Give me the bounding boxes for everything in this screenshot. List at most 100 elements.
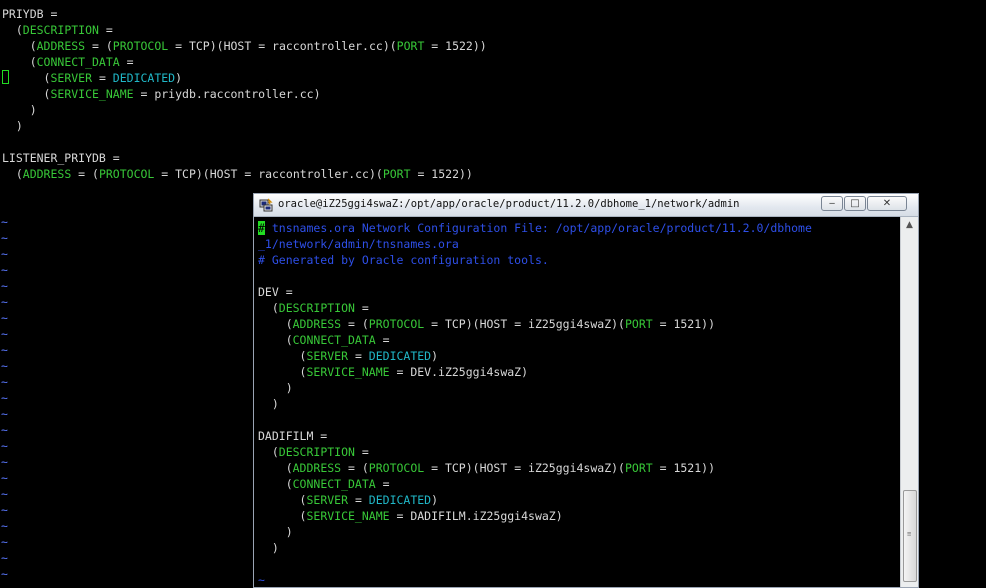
text-segment: (	[258, 445, 279, 459]
window-line: )	[258, 524, 293, 540]
scroll-up-arrow-icon[interactable]: ▲	[901, 217, 918, 233]
text-segment: DEV =	[258, 285, 293, 299]
window-line: ~	[258, 572, 265, 588]
text-segment: (	[258, 493, 307, 507]
text-segment: = (	[85, 39, 113, 53]
text-segment: CONNECT_DATA	[292, 333, 376, 347]
tilde-marker: ~	[1, 263, 8, 277]
text-segment: PORT	[624, 317, 653, 331]
background-line: (ADDRESS = (PROTOCOL = TCP)(HOST = racco…	[2, 166, 473, 182]
tilde-marker: ~	[1, 455, 8, 469]
text-segment: DESCRIPTION	[278, 445, 355, 459]
text-segment: = (	[341, 317, 369, 331]
text-segment: (	[2, 55, 37, 69]
window-titlebar[interactable]: oracle@iZ25ggi4swaZ:/opt/app/oracle/prod…	[254, 194, 918, 217]
window-line: (SERVER = DEDICATED)	[258, 492, 439, 508]
tilde-marker: ~	[1, 327, 8, 341]
window-line: (SERVICE_NAME = DADIFILM.iZ25ggi4swaZ)	[258, 508, 563, 524]
text-segment: = 1522))	[410, 167, 473, 181]
background-line: PRIYDB =	[2, 6, 57, 22]
background-line: LISTENER_PRIYDB =	[2, 150, 120, 166]
vertical-scrollbar[interactable]: ▲ ≡	[900, 217, 918, 587]
tilde-marker: ~	[1, 551, 8, 565]
tilde-marker: ~	[1, 423, 8, 437]
text-segment: )	[175, 71, 183, 85]
text-segment: ADDRESS	[36, 39, 86, 53]
text-segment: =	[354, 301, 369, 315]
tilde-marker: ~	[1, 375, 8, 389]
text-segment: ADDRESS	[292, 461, 342, 475]
text-segment: = 1521))	[652, 461, 715, 475]
text-segment: ADDRESS	[22, 167, 72, 181]
window-line: DEV =	[258, 284, 293, 300]
maximize-button[interactable]: □	[844, 196, 866, 211]
text-segment: PROTOCOL	[98, 167, 155, 181]
tilde-marker: ~	[1, 519, 8, 533]
background-line: (SERVICE_NAME = priydb.raccontroller.cc)	[2, 86, 321, 102]
text-segment: =	[119, 55, 134, 69]
text-segment: PROTOCOL	[368, 317, 425, 331]
text-segment: LISTENER_PRIYDB =	[2, 151, 120, 165]
text-segment: (	[258, 365, 307, 379]
text-segment: = TCP)(HOST = iZ25ggi4swaZ)(	[424, 461, 625, 475]
text-segment: )	[2, 103, 37, 117]
text-segment: SERVICE_NAME	[306, 365, 390, 379]
text-segment: SERVER	[50, 71, 93, 85]
background-line: )	[2, 118, 23, 134]
tilde-marker: ~	[1, 503, 8, 517]
text-segment: =	[375, 477, 390, 491]
window-line: # Generated by Oracle configuration tool…	[258, 252, 549, 268]
text-segment: (	[2, 23, 23, 37]
tilde-marker: ~	[1, 439, 8, 453]
text-segment: =	[348, 349, 369, 363]
text-segment: DEDICATED	[368, 493, 432, 507]
text-segment: ADDRESS	[292, 317, 342, 331]
text-segment: DEDICATED	[112, 71, 176, 85]
window-line: (ADDRESS = (PROTOCOL = TCP)(HOST = iZ25g…	[258, 316, 715, 332]
text-segment: )	[258, 525, 293, 539]
tilde-marker: ~	[1, 359, 8, 373]
text-segment: PORT	[624, 461, 653, 475]
text-segment: = priydb.raccontroller.cc)	[133, 87, 321, 101]
text-segment: (	[2, 87, 51, 101]
text-segment: CONNECT_DATA	[292, 477, 376, 491]
text-segment: =	[98, 23, 113, 37]
scrollbar-thumb[interactable]: ≡	[903, 490, 917, 582]
text-segment: PORT	[396, 39, 425, 53]
text-segment: = TCP)(HOST = iZ25ggi4swaZ)(	[424, 317, 625, 331]
window-line: _1/network/admin/tnsnames.ora	[258, 236, 459, 252]
background-line: (SERVER = DEDICATED)	[2, 70, 183, 86]
window-line: (SERVICE_NAME = DEV.iZ25ggi4swaZ)	[258, 364, 529, 380]
text-segment: )	[258, 397, 279, 411]
text-segment: )	[431, 493, 439, 507]
text-segment: =	[354, 445, 369, 459]
terminal-window[interactable]: oracle@iZ25ggi4swaZ:/opt/app/oracle/prod…	[253, 193, 919, 588]
text-segment: = DADIFILM.iZ25ggi4swaZ)	[389, 509, 563, 523]
minimize-button[interactable]: ‒	[821, 196, 843, 211]
window-line: # tnsnames.ora Network Configuration Fil…	[258, 220, 812, 236]
text-segment: = TCP)(HOST = raccontroller.cc)(	[168, 39, 397, 53]
text-segment: SERVER	[306, 349, 349, 363]
text-segment: PORT	[382, 167, 411, 181]
text-segment: _1/network/admin/tnsnames.ora	[258, 237, 459, 251]
tilde-marker: ~	[1, 311, 8, 325]
tilde-marker: ~	[1, 231, 8, 245]
text-segment: = (	[71, 167, 99, 181]
close-button[interactable]: ✕	[867, 196, 907, 211]
background-line: (ADDRESS = (PROTOCOL = TCP)(HOST = racco…	[2, 38, 487, 54]
text-segment: SERVER	[306, 493, 349, 507]
putty-icon	[259, 198, 273, 212]
window-line: )	[258, 396, 279, 412]
tilde-marker: ~	[1, 535, 8, 549]
tilde-marker: ~	[1, 279, 8, 293]
text-segment: =	[375, 333, 390, 347]
maximize-icon: □	[850, 198, 860, 209]
text-segment: SERVICE_NAME	[50, 87, 134, 101]
window-line: )	[258, 540, 279, 556]
tilde-marker: ~	[1, 487, 8, 501]
text-segment: )	[431, 349, 439, 363]
background-line: (DESCRIPTION =	[2, 22, 113, 38]
window-line: (CONNECT_DATA =	[258, 476, 390, 492]
window-line: (DESCRIPTION =	[258, 444, 369, 460]
text-segment: (	[258, 509, 307, 523]
